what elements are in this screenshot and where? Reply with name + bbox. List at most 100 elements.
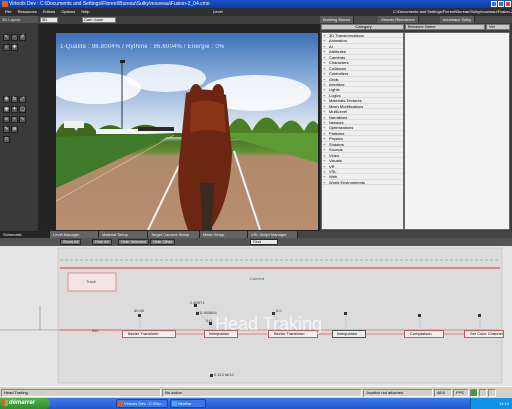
curve-icon[interactable]: ∿ <box>19 116 26 123</box>
tab-nouveaux-sulky[interactable]: nouveaux Sulky <box>440 16 476 23</box>
version-header[interactable]: Ver <box>486 24 510 30</box>
taskbar-item-virtools[interactable]: Virtools Dev - C:\Doc... <box>116 399 168 408</box>
menu-help[interactable]: Help <box>81 9 89 14</box>
windows-flag-icon <box>2 400 8 406</box>
tab-mesh-setup[interactable]: Mesh Setup <box>200 231 248 238</box>
minimize-button[interactable] <box>491 1 497 7</box>
status-left: Head Traking <box>1 389 161 397</box>
param-label: INC <box>92 328 99 333</box>
window-title: Virtools Dev : C:\Documents and Settings… <box>9 1 210 7</box>
menu-resources[interactable]: Resources <box>18 9 37 14</box>
hide-other-button[interactable]: Hide Other <box>150 239 176 245</box>
building-blocks-panel: Building Blocks Virtools Resources nouve… <box>320 16 512 231</box>
show-all-button[interactable]: Show All <box>60 239 82 245</box>
hide-all-button[interactable]: Hide All <box>92 239 112 245</box>
pointer-icon[interactable]: ↖ <box>3 34 10 41</box>
maximize-button[interactable] <box>498 1 504 7</box>
param-value: 60.40 <box>134 308 145 313</box>
tab-vsl-script-manager[interactable]: VSL Script Manager <box>248 231 298 238</box>
view-icon[interactable]: □ <box>3 136 10 143</box>
pan-icon[interactable]: ✥ <box>11 44 18 51</box>
view-select[interactable]: 3D <box>40 17 58 23</box>
unlink-icon[interactable]: ÷ <box>11 116 18 123</box>
param-value: 2.40571 <box>190 300 205 305</box>
zoom-icon[interactable]: ⌕ <box>3 44 10 51</box>
close-button[interactable] <box>505 1 511 7</box>
fps-label: FPS <box>453 389 469 397</box>
behavior-list[interactable] <box>404 32 510 230</box>
tab-building-blocks[interactable]: Building Blocks <box>320 16 355 23</box>
tab-target-camera-setup[interactable]: Target Camera Setup <box>148 231 200 238</box>
script-watermark: Head Traking <box>215 314 323 334</box>
play-icon[interactable] <box>470 389 478 397</box>
frame-icon[interactable]: ▢ <box>19 106 26 113</box>
hide-selected-button[interactable]: Hide Selected <box>118 239 149 245</box>
menu-bar: File Resources Editors Options Help Leve… <box>0 8 512 16</box>
node-interpolator-2[interactable]: Interpolator <box>332 330 366 338</box>
scale-icon[interactable]: ⤢ <box>19 96 26 103</box>
camera-select[interactable]: Cam Jouer <box>82 17 116 23</box>
scene-illustration <box>56 60 318 230</box>
windows-taskbar: démarrer Virtools Dev - C:\Doc... NeoBar… <box>0 398 512 409</box>
param-value: 0.480654 <box>200 310 217 315</box>
window-title-bar: Virtools Dev : C:\Documents and Settings… <box>0 0 512 8</box>
menu-editors[interactable]: Editors <box>43 9 55 14</box>
schematic-toolbar: Show All Hide All Hide Selected Hide Oth… <box>0 238 512 246</box>
node-set-color-channel[interactable]: Set Color Channel <box>464 330 504 338</box>
tab-schematic[interactable]: Schematic <box>0 231 50 238</box>
rewind-icon[interactable] <box>488 389 496 397</box>
tab-virtools-resources[interactable]: Virtools Resources <box>378 16 419 23</box>
viewport-3d[interactable]: 1-Qualité : 98.8004% / Rythme : 86.6004%… <box>38 24 320 231</box>
start-label: démarrer <box>9 400 36 406</box>
param-value: 0.0 <box>206 318 212 323</box>
render-view[interactable]: 1-Qualité : 98.8004% / Rythme : 86.6004%… <box>56 33 318 230</box>
schematic-graph[interactable]: Bezier Transform Interpolator Bezier Tra… <box>0 246 512 386</box>
overlay-readout: 1-Qualité : 98.8004% / Rythme : 86.6004%… <box>60 44 225 50</box>
node-comparison[interactable]: Comparison <box>404 330 444 338</box>
neobar-icon <box>172 401 177 406</box>
menu-options[interactable]: Options <box>61 9 75 14</box>
bottom-value: 0.113 dt/12 <box>214 372 234 377</box>
status-bar: Head Traking No action Joystick not atta… <box>0 386 512 398</box>
select-icon[interactable]: ▫ <box>11 34 18 41</box>
system-tray: 14:10 <box>470 398 512 409</box>
find-field[interactable]: Find <box>250 239 278 245</box>
category-header[interactable]: Category <box>321 24 404 30</box>
status-right: Joystick not attached <box>363 389 433 397</box>
stop-icon[interactable] <box>479 389 487 397</box>
taskbar-item-neobar[interactable]: NeoBar <box>170 399 206 408</box>
move-icon[interactable]: ✥ <box>3 96 10 103</box>
camera-icon[interactable]: ◉ <box>3 106 10 113</box>
track-label: Track <box>86 279 96 284</box>
virtools-icon <box>118 401 123 406</box>
category-item[interactable]: World Environments <box>322 180 403 186</box>
param-value: 0.0 <box>276 308 282 313</box>
tab-material-setup[interactable]: Material Setup <box>99 231 148 238</box>
resource-tabs: Building Blocks Virtools Resources nouve… <box>320 16 512 23</box>
category-list[interactable]: 3D TransformationsAnimationAIAttributesC… <box>321 32 404 230</box>
panel-label: 3D Layout <box>0 16 38 23</box>
edit-icon[interactable]: ✎ <box>3 126 10 133</box>
grid-icon[interactable]: # <box>19 34 26 41</box>
menu-file[interactable]: File <box>5 9 11 14</box>
fps-value: 48.6 <box>434 389 452 397</box>
script-label: Camera <box>250 276 265 281</box>
viewport-toolbar: 3D Cam Jouer <box>38 16 320 24</box>
app-icon <box>2 1 8 7</box>
editor-tabs: Schematic Level Manager Material Setup T… <box>0 231 512 238</box>
taskbar-item-label: NeoBar <box>178 401 192 406</box>
status-mid: No action <box>162 389 362 397</box>
taskbar-item-label: Virtools Dev - C:\Doc... <box>124 401 165 406</box>
column-headers: Category Behavior Name Ver <box>320 23 512 31</box>
link-icon[interactable]: ∞ <box>3 116 10 123</box>
node-bezier-transform[interactable]: Bezier Transform <box>122 330 176 338</box>
layout-title: Level <box>213 9 223 14</box>
place-icon[interactable]: ⊕ <box>11 126 18 133</box>
tab-level-manager[interactable]: Level Manager <box>50 231 99 238</box>
layout-tools-panel: 3D Layout ↖ ▫ # ⌕ ✥ ✥ ↻ ⤢ ◉ ✦ ▢ ∞ ÷ ∿ ✎ … <box>0 16 38 231</box>
light-icon[interactable]: ✦ <box>11 106 18 113</box>
start-button[interactable]: démarrer <box>0 398 50 409</box>
behavior-name-header[interactable]: Behavior Name <box>405 24 485 30</box>
rotate-icon[interactable]: ↻ <box>11 96 18 103</box>
clock: 14:10 <box>498 401 509 406</box>
